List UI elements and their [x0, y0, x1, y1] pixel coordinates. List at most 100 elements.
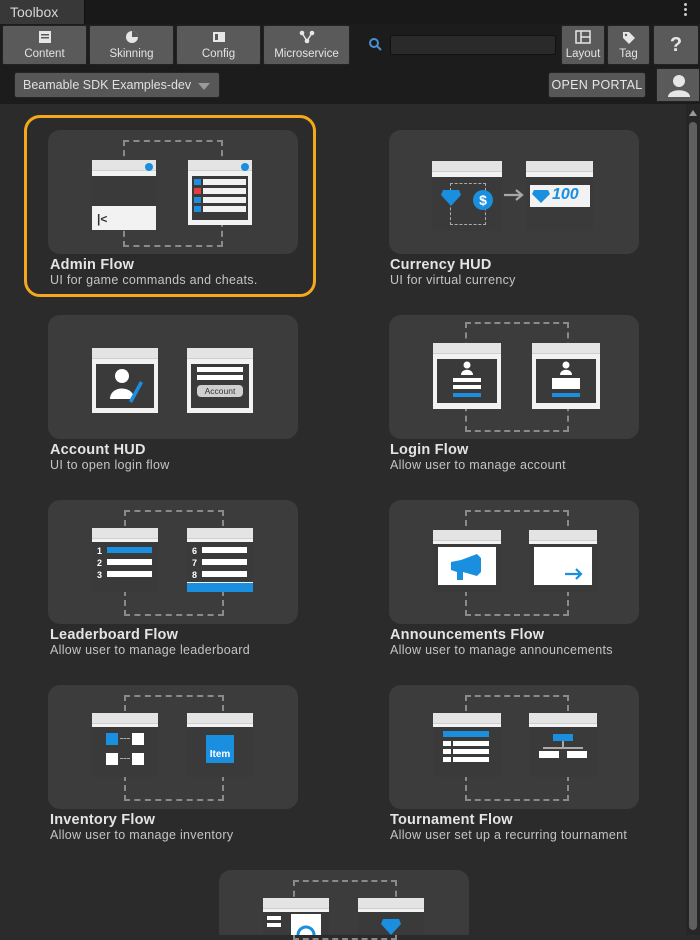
card-title: Admin Flow [50, 257, 135, 273]
arrow-right-icon [565, 568, 583, 580]
card-description: Allow user to manage leaderboard [50, 643, 250, 657]
card-title: Inventory Flow [50, 812, 156, 828]
tag-button-label: Tag [619, 48, 638, 60]
window-title-bar: Toolbox [0, 0, 700, 24]
card-tournament-flow[interactable] [389, 685, 639, 809]
preview-window [358, 898, 424, 935]
help-icon: ? [669, 34, 683, 56]
card-title: Login Flow [390, 442, 469, 458]
card-admin-flow[interactable]: |< [48, 130, 298, 254]
gem-icon [441, 190, 461, 206]
search-input[interactable] [390, 35, 556, 55]
content-button-label: Content [24, 48, 65, 60]
rank-label: 2 [97, 558, 103, 568]
card-description: Allow user set up a recurring tournament [390, 828, 628, 842]
rank-label: 3 [97, 570, 103, 580]
search-field[interactable] [360, 34, 556, 56]
card-title: Currency HUD [390, 257, 492, 273]
preview-window [529, 530, 597, 592]
help-button[interactable]: ? [653, 25, 699, 65]
card-announcements-flow[interactable] [389, 500, 639, 624]
config-button-label: Config [201, 48, 236, 60]
realm-bar: Beamable SDK Examples-dev OPEN PORTAL [0, 68, 700, 104]
gem-icon [532, 190, 550, 203]
rank-label: 1 [97, 546, 103, 556]
card-currency-hud[interactable]: $ 100 [389, 130, 639, 254]
realm-dropdown[interactable]: Beamable SDK Examples-dev [14, 72, 220, 98]
item-label: Item [209, 749, 231, 760]
card-inventory-flow[interactable]: Item [48, 685, 298, 809]
preview-window [529, 713, 597, 777]
tab-label: Toolbox [10, 4, 59, 20]
card-description: UI to open login flow [50, 458, 170, 472]
tag-button[interactable]: Tag [607, 25, 650, 65]
layout-button-label: Layout [565, 48, 601, 60]
svg-text:$: $ [479, 192, 487, 208]
preview-window [92, 713, 158, 777]
scroll-up-icon[interactable] [689, 110, 697, 116]
config-icon [212, 32, 225, 42]
card-title: Leaderboard Flow [50, 627, 179, 643]
preview-window [263, 898, 329, 935]
preview-window: 100 [526, 161, 593, 231]
microservice-button-label: Microservice [274, 48, 339, 60]
preview-window [433, 713, 501, 777]
card-description: Allow user to manage inventory [50, 828, 234, 842]
currency-amount: 100 [552, 186, 579, 203]
card-description: UI for game commands and cheats. [50, 273, 258, 287]
preview-window [188, 160, 252, 225]
card-leaderboard-flow[interactable]: 1 2 3 6 7 8 [48, 500, 298, 624]
preview-window [433, 343, 501, 409]
preview-window [532, 343, 600, 409]
more-options-icon[interactable] [684, 3, 688, 19]
card-login-flow[interactable] [389, 315, 639, 439]
store-icon [296, 925, 316, 935]
rank-label: 7 [192, 558, 198, 568]
user-icon [560, 361, 572, 375]
skinning-icon [125, 31, 138, 43]
skinning-button-label: Skinning [109, 48, 154, 60]
card-title: Account HUD [50, 442, 146, 458]
search-icon [369, 38, 382, 51]
card-title: Announcements Flow [390, 627, 545, 643]
rank-label: 8 [192, 570, 198, 580]
toolbox-tab[interactable]: Toolbox [0, 0, 85, 24]
microservice-button[interactable]: Microservice [263, 25, 350, 65]
realm-dropdown-value: Beamable SDK Examples-dev [23, 78, 192, 92]
card-description: Allow user to manage account [390, 458, 566, 472]
collapse-icon: |< [97, 212, 108, 226]
vertical-scrollbar[interactable] [686, 104, 700, 935]
user-icon [461, 361, 473, 375]
preview-window: $ [432, 161, 502, 231]
chevron-down-icon [198, 83, 210, 90]
open-portal-label: OPEN PORTAL [551, 78, 643, 92]
megaphone-icon [451, 554, 481, 580]
rank-label: 6 [192, 546, 198, 556]
account-button[interactable] [656, 68, 700, 102]
layout-icon [575, 30, 591, 44]
preview-window: |< [92, 160, 156, 230]
content-button[interactable]: Content [2, 25, 87, 65]
preview-window: 6 7 8 [187, 528, 253, 592]
skinning-button[interactable]: Skinning [89, 25, 174, 65]
preview-window: 1 2 3 [92, 528, 158, 592]
open-portal-button[interactable]: OPEN PORTAL [548, 72, 646, 98]
config-button[interactable]: Config [176, 25, 261, 65]
toolbar: Content Skinning Config Microservice Lay… [0, 24, 700, 68]
card-account-hud[interactable]: Account [48, 315, 298, 439]
preview-window: Item [187, 713, 253, 777]
layout-button[interactable]: Layout [561, 25, 605, 65]
arrow-right-icon [504, 189, 524, 201]
card-title: Tournament Flow [390, 812, 513, 828]
preview-window [92, 348, 158, 413]
user-edit-icon [110, 369, 143, 403]
card-partial[interactable] [219, 870, 469, 940]
tag-icon [622, 32, 635, 44]
card-description: Allow user to manage announcements [390, 643, 613, 657]
account-button-preview: Account [197, 385, 243, 397]
scrollbar-thumb[interactable] [689, 122, 697, 930]
preview-window: Account [187, 348, 253, 413]
microservice-icon [299, 30, 314, 44]
gem-icon [381, 919, 401, 935]
user-avatar-icon [668, 75, 690, 97]
